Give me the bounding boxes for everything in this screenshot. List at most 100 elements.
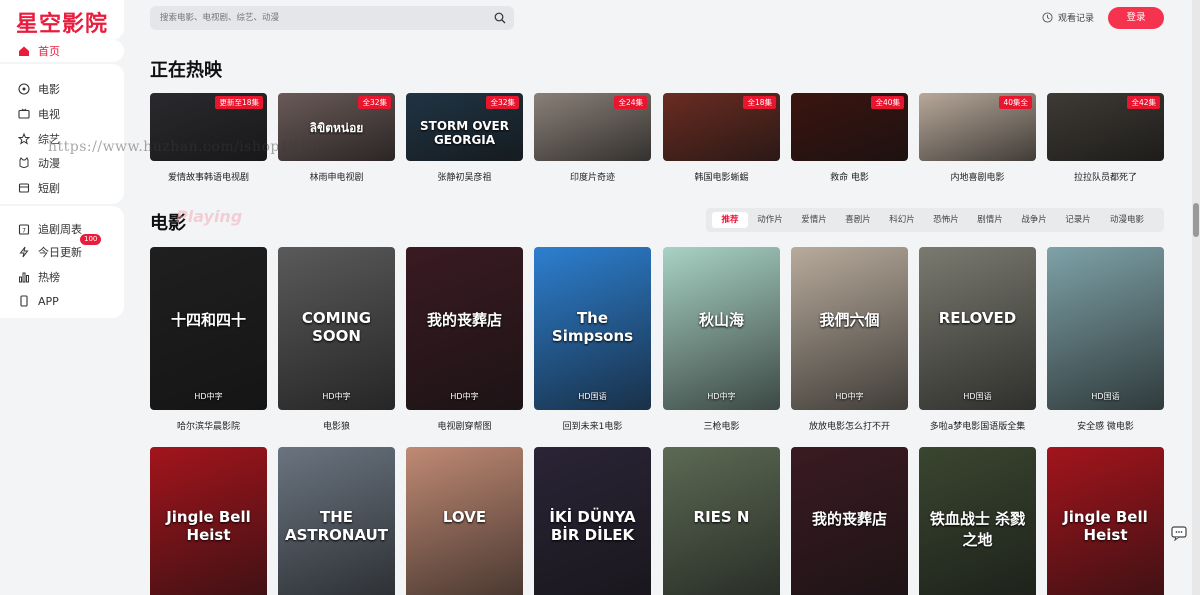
- poster-title-art: Jingle Bell Heist: [1063, 508, 1148, 544]
- tab-drama[interactable]: 剧情片: [972, 212, 1008, 228]
- search-input[interactable]: [160, 10, 480, 26]
- movie-card[interactable]: RELOVED HD国语多啦a梦电影国语版全集: [919, 247, 1036, 432]
- poster-image[interactable]: 秋山海 HD中字: [663, 247, 780, 410]
- hot-card[interactable]: 40集全内地喜剧电影: [919, 93, 1036, 183]
- movie-card[interactable]: Jingle Bell Heist: [150, 447, 267, 595]
- tab-recommend[interactable]: 推荐: [712, 212, 748, 228]
- poster-image[interactable]: 全18集: [663, 93, 780, 161]
- quality-label: HD中字: [835, 392, 864, 401]
- movie-card[interactable]: 秋山海 HD中字三枪电影: [663, 247, 780, 432]
- movie-card[interactable]: 我們六個 HD中字放放电影怎么打不开: [791, 247, 908, 432]
- hot-card[interactable]: 全40集救命 电影: [791, 93, 908, 183]
- sidebar-item-hot-rank[interactable]: 热榜: [18, 268, 60, 286]
- card-title[interactable]: 内地喜剧电影: [919, 170, 1036, 183]
- movie-card[interactable]: RIES N: [663, 447, 780, 595]
- episode-badge: 全32集: [358, 96, 391, 109]
- card-title[interactable]: 张静初吴彦祖: [406, 170, 523, 183]
- sidebar-item-app[interactable]: APP: [18, 292, 59, 310]
- poster-title-art: 铁血战士 杀戮之地: [929, 510, 1026, 549]
- tab-scifi[interactable]: 科幻片: [884, 212, 920, 228]
- movie-card[interactable]: 我的丧葬店 HD中字电视剧穿帮图: [406, 247, 523, 432]
- card-title[interactable]: 印度片奇迹: [534, 170, 651, 183]
- poster-image[interactable]: RELOVED HD国语: [919, 247, 1036, 410]
- card-title[interactable]: 放放电影怎么打不开: [791, 419, 908, 432]
- poster-image[interactable]: THE ASTRONAUT: [278, 447, 395, 595]
- login-button[interactable]: 登录: [1108, 7, 1164, 29]
- sidebar-item-movie[interactable]: 电影: [18, 80, 60, 98]
- sidebar-item-schedule[interactable]: 7 追剧周表: [18, 220, 82, 238]
- movie-card[interactable]: 十四和四十 HD中字哈尔滨华晨影院: [150, 247, 267, 432]
- poster-image[interactable]: COMING SOON HD中字: [278, 247, 395, 410]
- movie-card[interactable]: LOVE: [406, 447, 523, 595]
- search-icon[interactable]: [494, 12, 506, 24]
- logo[interactable]: 星空影院: [0, 0, 124, 40]
- poster-image[interactable]: RIES N: [663, 447, 780, 595]
- movie-card[interactable]: THE ASTRONAUT: [278, 447, 395, 595]
- tab-documentary[interactable]: 记录片: [1060, 212, 1096, 228]
- scrollbar[interactable]: [1192, 0, 1200, 595]
- poster-image[interactable]: HD国语: [1047, 247, 1164, 410]
- card-title[interactable]: 电视剧穿帮图: [406, 419, 523, 432]
- poster-image[interactable]: LOVE: [406, 447, 523, 595]
- poster-image[interactable]: 我們六個 HD中字: [791, 247, 908, 410]
- card-title[interactable]: 拉拉队员都死了: [1047, 170, 1164, 183]
- hot-card[interactable]: 更新至18集 爱情故事韩语电视剧: [150, 93, 267, 183]
- hot-card[interactable]: ลิขิตหน่อย 全32集 林雨申电视剧: [278, 93, 395, 183]
- sidebar-item-today-update[interactable]: 今日更新 100: [18, 234, 102, 261]
- tv-icon: [18, 108, 30, 119]
- poster-image[interactable]: 40集全: [919, 93, 1036, 161]
- card-title[interactable]: 救命 电影: [791, 170, 908, 183]
- poster-title-art: 秋山海: [698, 311, 744, 329]
- poster-image[interactable]: 全24集: [534, 93, 651, 161]
- movie-card[interactable]: 铁血战士 杀戮之地: [919, 447, 1036, 595]
- movie-card[interactable]: HD国语安全感 微电影: [1047, 247, 1164, 432]
- card-title[interactable]: 哈尔滨华晨影院: [150, 419, 267, 432]
- poster-image[interactable]: 十四和四十 HD中字: [150, 247, 267, 410]
- poster-image[interactable]: 我的丧葬店: [791, 447, 908, 595]
- card-title[interactable]: 安全感 微电影: [1047, 419, 1164, 432]
- feedback-icon[interactable]: [1170, 525, 1188, 541]
- card-title[interactable]: 林雨申电视剧: [278, 170, 395, 183]
- hot-card[interactable]: 全42集拉拉队员都死了: [1047, 93, 1164, 183]
- episode-badge: 全32集: [486, 96, 519, 109]
- poster-image[interactable]: 全42集: [1047, 93, 1164, 161]
- movie-card[interactable]: Jingle Bell Heist: [1047, 447, 1164, 595]
- movie-card[interactable]: 我的丧葬店: [791, 447, 908, 595]
- card-title[interactable]: 三枪电影: [663, 419, 780, 432]
- hot-card[interactable]: 全24集印度片奇迹: [534, 93, 651, 183]
- sidebar-item-short[interactable]: 短剧: [18, 179, 60, 197]
- sidebar-item-home[interactable]: 首页: [18, 42, 60, 60]
- scrollbar-thumb[interactable]: [1193, 203, 1199, 237]
- poster-image[interactable]: İKİ DÜNYA BİR DİLEK: [534, 447, 651, 595]
- poster-image[interactable]: Jingle Bell Heist: [1047, 447, 1164, 595]
- card-title[interactable]: 回到未来1电影: [534, 419, 651, 432]
- poster-image[interactable]: 全40集: [791, 93, 908, 161]
- movie-category-tabs: 推荐 动作片 爱情片 喜剧片 科幻片 恐怖片 剧情片 战争片 记录片 动漫电影: [706, 208, 1164, 232]
- sidebar-item-label: 动漫: [38, 157, 60, 170]
- watch-history-button[interactable]: 观看记录: [1042, 11, 1094, 24]
- poster-image[interactable]: 我的丧葬店 HD中字: [406, 247, 523, 410]
- hot-card[interactable]: 全18集韩国电影蜥蜴: [663, 93, 780, 183]
- card-title[interactable]: 电影狼: [278, 419, 395, 432]
- poster-image[interactable]: STORM OVER GEORGIA 全32集: [406, 93, 523, 161]
- tab-action[interactable]: 动作片: [752, 212, 788, 228]
- quality-label: HD中字: [450, 392, 479, 401]
- card-title[interactable]: 多啦a梦电影国语版全集: [919, 419, 1036, 432]
- movie-card[interactable]: COMING SOON HD中字电影狼: [278, 247, 395, 432]
- poster-image[interactable]: The Simpsons HD国语: [534, 247, 651, 410]
- tab-romance[interactable]: 爱情片: [796, 212, 832, 228]
- sidebar-item-anime[interactable]: 动漫: [18, 154, 60, 172]
- tab-horror[interactable]: 恐怖片: [928, 212, 964, 228]
- poster-title-art: RELOVED: [938, 309, 1017, 327]
- movie-card[interactable]: The Simpsons HD国语回到未来1电影: [534, 247, 651, 432]
- sidebar-item-tv[interactable]: 电视: [18, 105, 60, 123]
- card-title[interactable]: 爱情故事韩语电视剧: [150, 170, 267, 183]
- card-title[interactable]: 韩国电影蜥蜴: [663, 170, 780, 183]
- movie-card[interactable]: İKİ DÜNYA BİR DİLEK: [534, 447, 651, 595]
- tab-war[interactable]: 战争片: [1016, 212, 1052, 228]
- poster-image[interactable]: Jingle Bell Heist: [150, 447, 267, 595]
- tab-comedy[interactable]: 喜剧片: [840, 212, 876, 228]
- poster-image[interactable]: 铁血战士 杀戮之地: [919, 447, 1036, 595]
- tab-animation[interactable]: 动漫电影: [1104, 212, 1150, 228]
- hot-card[interactable]: STORM OVER GEORGIA 全32集张静初吴彦祖: [406, 93, 523, 183]
